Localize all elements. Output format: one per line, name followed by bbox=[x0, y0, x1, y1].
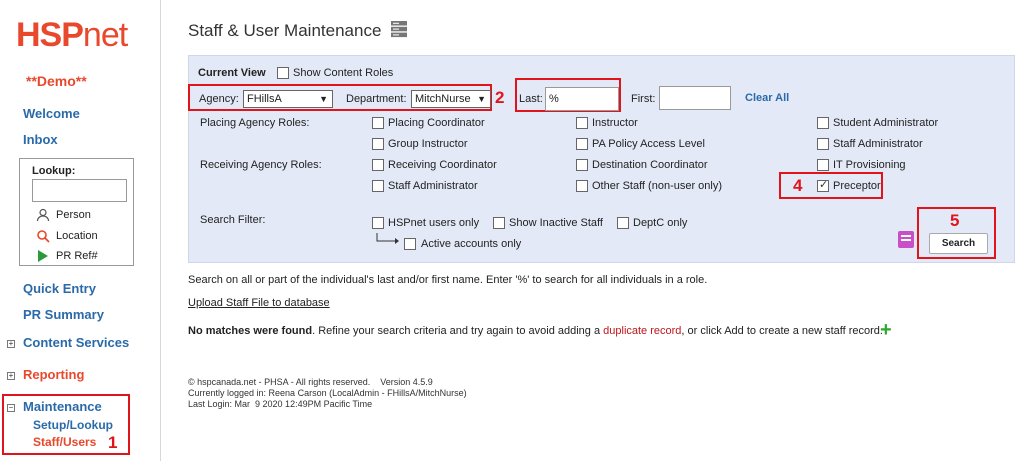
department-select[interactable]: MitchNurse ▼ bbox=[411, 90, 491, 108]
callout-number-5: 5 bbox=[950, 211, 960, 230]
chevron-down-icon: ▼ bbox=[319, 94, 328, 104]
expand-icon[interactable]: + bbox=[7, 372, 15, 380]
clear-all-link[interactable]: Clear All bbox=[745, 92, 789, 104]
instructor-checkbox[interactable] bbox=[576, 117, 588, 129]
preceptor-label: Preceptor bbox=[833, 180, 881, 192]
nav-reporting[interactable]: Reporting bbox=[23, 367, 84, 382]
lookup-label: Lookup: bbox=[32, 165, 76, 177]
footer-last-login: Last Login: Mar 9 2020 12:49PM Pacific T… bbox=[188, 399, 373, 409]
preceptor-checkbox[interactable] bbox=[817, 178, 829, 192]
hspnet-users-only-checkbox[interactable] bbox=[372, 217, 384, 229]
it-provisioning-checkbox[interactable] bbox=[817, 159, 829, 171]
show-content-roles-checkbox[interactable] bbox=[277, 67, 289, 79]
demo-label: **Demo** bbox=[26, 73, 87, 89]
staff-administrator-label-2: Staff Administrator bbox=[833, 138, 923, 150]
footer-copyright: © hspcanada.net - PHSA - All rights rese… bbox=[188, 377, 433, 387]
staff-administrator-checkbox-1[interactable] bbox=[372, 180, 384, 192]
book-icon[interactable] bbox=[898, 231, 914, 248]
nav-setup-lookup[interactable]: Setup/Lookup bbox=[33, 418, 113, 432]
pa-policy-label: PA Policy Access Level bbox=[592, 138, 705, 150]
collapse-icon[interactable]: − bbox=[7, 404, 15, 412]
staff-administrator-label-1: Staff Administrator bbox=[388, 180, 478, 192]
callout-number-2: 2 bbox=[495, 88, 505, 107]
destination-coordinator-checkbox[interactable] bbox=[576, 159, 588, 171]
pa-policy-checkbox[interactable] bbox=[576, 138, 588, 150]
person-icon bbox=[36, 208, 50, 222]
student-administrator-checkbox[interactable] bbox=[817, 117, 829, 129]
agency-label: Agency: bbox=[199, 93, 239, 105]
duplicate-record-link[interactable]: duplicate record bbox=[603, 325, 681, 337]
agency-select[interactable]: FHillsA ▼ bbox=[243, 90, 333, 108]
callout-number-4: 4 bbox=[793, 176, 803, 195]
page-title: Staff & User Maintenance bbox=[188, 21, 382, 40]
nav-maintenance[interactable]: Maintenance bbox=[23, 399, 102, 414]
receiving-coordinator-checkbox[interactable] bbox=[372, 159, 384, 171]
upload-staff-file-link[interactable]: Upload Staff File to database bbox=[188, 297, 330, 309]
first-name-input[interactable] bbox=[659, 86, 731, 110]
other-staff-checkbox[interactable] bbox=[576, 180, 588, 192]
sidebar: HSPnet **Demo** Welcome Inbox Lookup: Pe… bbox=[0, 0, 161, 461]
department-label: Department: bbox=[346, 93, 407, 105]
lookup-pr-ref[interactable]: PR Ref# bbox=[36, 249, 98, 263]
nav-quick-entry[interactable]: Quick Entry bbox=[23, 281, 96, 296]
footer-logged-in: Currently logged in: Reena Carson (Local… bbox=[188, 388, 467, 398]
callout-number-1: 1 bbox=[108, 433, 118, 452]
deptc-only-checkbox[interactable] bbox=[617, 217, 629, 229]
placing-roles-label: Placing Agency Roles: bbox=[200, 117, 310, 129]
nav-pr-summary[interactable]: PR Summary bbox=[23, 307, 104, 322]
other-staff-label: Other Staff (non-user only) bbox=[592, 180, 723, 192]
server-icon[interactable] bbox=[390, 20, 408, 38]
last-name-label: Last: bbox=[519, 93, 543, 105]
lookup-location[interactable]: Location bbox=[36, 229, 98, 243]
nav-welcome[interactable]: Welcome bbox=[23, 106, 80, 121]
hspnet-users-only-label: HSPnet users only bbox=[388, 217, 480, 229]
lookup-person[interactable]: Person bbox=[36, 208, 91, 222]
first-name-label: First: bbox=[631, 93, 656, 105]
location-icon bbox=[37, 230, 50, 243]
show-content-roles-label: Show Content Roles bbox=[293, 67, 394, 79]
search-button[interactable]: Search bbox=[929, 233, 988, 254]
nav-inbox[interactable]: Inbox bbox=[23, 132, 58, 147]
group-instructor-checkbox[interactable] bbox=[372, 138, 384, 150]
placing-coordinator-checkbox[interactable] bbox=[372, 117, 384, 129]
show-inactive-staff-label: Show Inactive Staff bbox=[509, 217, 603, 229]
nav-content-services[interactable]: Content Services bbox=[23, 335, 129, 350]
receiving-coordinator-label: Receiving Coordinator bbox=[388, 159, 497, 171]
search-hint: Search on all or part of the individual'… bbox=[188, 274, 708, 286]
arrow-return-icon bbox=[376, 233, 399, 244]
lookup-input[interactable] bbox=[32, 179, 127, 202]
it-provisioning-label: IT Provisioning bbox=[833, 159, 906, 171]
receiving-roles-label: Receiving Agency Roles: bbox=[200, 159, 322, 171]
instructor-label: Instructor bbox=[592, 117, 638, 129]
last-name-input[interactable]: % bbox=[545, 87, 619, 111]
deptc-only-label: DeptC only bbox=[633, 217, 688, 229]
nav-staff-users[interactable]: Staff/Users bbox=[33, 435, 96, 449]
hspnet-logo[interactable]: HSPnet bbox=[16, 16, 128, 55]
active-accounts-only-checkbox[interactable] bbox=[404, 238, 416, 250]
chevron-down-icon: ▼ bbox=[477, 94, 486, 104]
student-administrator-label: Student Administrator bbox=[833, 117, 939, 129]
footer: © hspcanada.net - PHSA - All rights rese… bbox=[188, 377, 467, 410]
destination-coordinator-label: Destination Coordinator bbox=[592, 159, 708, 171]
staff-administrator-checkbox-2[interactable] bbox=[817, 138, 829, 150]
lookup-box: Lookup: Person Location PR Ref# bbox=[19, 158, 134, 266]
expand-icon[interactable]: + bbox=[7, 340, 15, 348]
group-instructor-label: Group Instructor bbox=[388, 138, 468, 150]
show-inactive-staff-checkbox[interactable] bbox=[493, 217, 505, 229]
active-accounts-only-label: Active accounts only bbox=[421, 238, 522, 250]
plus-icon[interactable]: + bbox=[880, 320, 892, 340]
placing-coordinator-label: Placing Coordinator bbox=[388, 117, 485, 129]
current-view-label: Current View bbox=[198, 67, 266, 79]
no-matches-message: No matches were found. Refine your searc… bbox=[188, 325, 883, 337]
search-filter-label: Search Filter: bbox=[200, 214, 266, 226]
play-icon bbox=[38, 250, 48, 262]
search-panel: Current View Show Content Roles 2 Agency… bbox=[188, 55, 1015, 263]
